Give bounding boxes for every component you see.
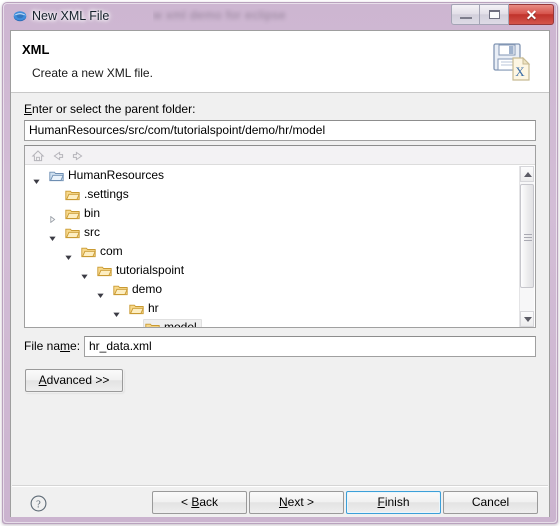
folder-icon: [65, 207, 80, 220]
parent-folder-label: Enter or select the parent folder:: [24, 102, 195, 116]
parent-folder-label-rest: nter or select the parent folder:: [32, 102, 196, 116]
eclipse-wizard-icon: [13, 9, 27, 23]
finish-button[interactable]: Finish: [346, 491, 441, 514]
tree-collapse-arrow-icon[interactable]: [81, 267, 88, 279]
tree-collapse-arrow-icon[interactable]: [113, 305, 120, 317]
tree-row-label: hr: [148, 301, 159, 315]
folder-icon: [81, 245, 96, 258]
back-button-post: ack: [199, 495, 219, 509]
tree-collapse-arrow-icon[interactable]: [65, 248, 72, 260]
file-name-label-post: e:: [70, 339, 81, 353]
bleed-text: w xml demo for eclipse: [153, 8, 287, 22]
tree-row-label: .settings: [84, 187, 129, 201]
tree-row[interactable]: bin: [25, 204, 519, 224]
maximize-icon: [489, 10, 500, 19]
file-name-label-mnemonic: m: [60, 339, 71, 353]
cancel-button-label: Cancel: [471, 495, 510, 509]
minimize-icon: [460, 17, 472, 19]
dialog-footer: ? < Back Next > Finish Cancel: [11, 487, 549, 517]
tree-collapse-arrow-icon[interactable]: [33, 172, 40, 184]
tree-collapse-arrow-icon[interactable]: [97, 286, 104, 298]
scrollbar-thumb[interactable]: [520, 184, 534, 288]
folder-icon: [97, 264, 112, 277]
next-button-mnemonic: N: [278, 495, 288, 509]
tree-row[interactable]: HumanResources: [25, 166, 519, 185]
advanced-button-mnemonic: A: [38, 373, 47, 387]
cancel-button[interactable]: Cancel: [443, 491, 538, 514]
file-name-input[interactable]: hr_data.xml: [84, 336, 536, 357]
wizard-body: Enter or select the parent folder: Human…: [11, 94, 549, 485]
scrollbar-grip-line: [524, 240, 532, 241]
page-subtitle: Create a new XML file.: [32, 66, 153, 80]
chevron-down-icon: [524, 317, 532, 322]
folder-icon: [129, 302, 144, 315]
window-title: New XML File: [32, 9, 110, 23]
back-arrow-icon[interactable]: [51, 149, 65, 163]
scrollbar-grip-line: [524, 237, 532, 238]
folder-icon: [65, 226, 80, 239]
window-controls: ✕: [451, 4, 554, 25]
tree-row[interactable]: .settings: [25, 185, 519, 204]
tree-row-label: demo: [132, 282, 163, 296]
tree-row[interactable]: model: [25, 318, 519, 327]
scrollbar-grip-line: [524, 234, 532, 235]
tree-row-label: HumanResources: [68, 168, 165, 182]
tree-expand-arrow-icon[interactable]: [49, 210, 56, 224]
folder-icon: [65, 188, 80, 201]
tree-row[interactable]: com: [25, 242, 519, 261]
maximize-button[interactable]: [480, 4, 509, 25]
advanced-button-label: dvanced >>: [46, 373, 110, 387]
next-button[interactable]: Next >: [249, 491, 344, 514]
page-title: XML: [22, 42, 50, 57]
parent-folder-label-mnemonic: E: [24, 102, 33, 116]
scroll-down-button[interactable]: [520, 311, 534, 327]
dialog-client-area: XML Create a new XML file. X Enter or se…: [10, 30, 550, 517]
finish-button-post: inish: [384, 495, 410, 509]
next-button-post: ext >: [287, 495, 315, 509]
tree-row[interactable]: src: [25, 223, 519, 242]
folder-tree-panel: HumanResources .settings bin src com tutorial…: [24, 145, 536, 328]
folder-icon: [145, 321, 160, 327]
tree-vertical-scrollbar[interactable]: [519, 166, 534, 327]
tree-toolbar: [25, 146, 535, 165]
wizard-header: XML Create a new XML file. X: [11, 31, 549, 93]
project-folder-icon: [49, 169, 64, 182]
finish-button-mnemonic: F: [377, 495, 385, 509]
tree-row-label: model: [164, 320, 197, 327]
tree-row-label: tutorialspoint: [116, 263, 185, 277]
back-button-pre: <: [180, 495, 192, 509]
home-icon[interactable]: [31, 149, 45, 163]
xml-file-save-icon: X: [489, 38, 537, 86]
chevron-up-icon: [524, 172, 532, 177]
tree-row-label: com: [100, 244, 123, 258]
file-name-label-pre: File na: [24, 339, 61, 353]
tree-row-label: src: [84, 225, 100, 239]
back-button[interactable]: < Back: [152, 491, 247, 514]
title-bar[interactable]: w xml demo for eclipse New XML File ✕: [3, 3, 557, 28]
help-question-icon[interactable]: ?: [30, 495, 47, 512]
close-button[interactable]: ✕: [509, 4, 554, 25]
svg-text:?: ?: [36, 499, 41, 510]
folder-tree[interactable]: HumanResources .settings bin src com tutorial…: [25, 166, 519, 327]
tree-row[interactable]: tutorialspoint: [25, 261, 519, 280]
parent-folder-input[interactable]: HumanResources/src/com/tutorialspoint/de…: [24, 120, 536, 141]
folder-icon: [113, 283, 128, 296]
tree-collapse-arrow-icon[interactable]: [49, 229, 56, 241]
tree-row[interactable]: demo: [25, 280, 519, 299]
advanced-button[interactable]: Advanced >>: [25, 369, 123, 392]
desktop-bleed-through: w xml demo for eclipse: [153, 8, 483, 26]
forward-arrow-icon[interactable]: [71, 149, 85, 163]
tree-row-label: bin: [84, 206, 101, 220]
new-xml-file-dialog-window: w xml demo for eclipse New XML File ✕ XM…: [0, 0, 560, 526]
close-icon: ✕: [525, 7, 538, 23]
scroll-up-button[interactable]: [520, 166, 534, 182]
tree-row[interactable]: hr: [25, 299, 519, 318]
minimize-button[interactable]: [451, 4, 480, 25]
svg-text:X: X: [515, 64, 525, 79]
file-name-label: File name:: [24, 339, 80, 353]
